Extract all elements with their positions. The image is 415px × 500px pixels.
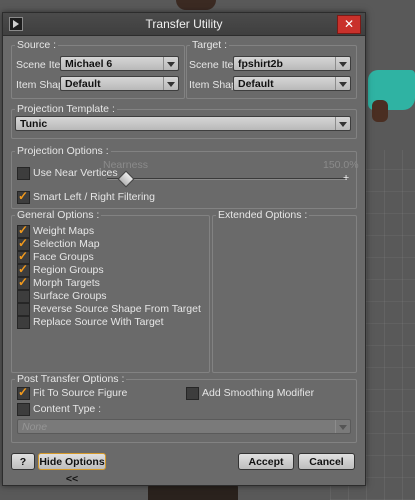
fit-to-source-box [17,385,30,400]
plus-icon: + [343,172,350,184]
source-scene-item-value: Michael 6 [65,58,113,70]
cancel-button[interactable]: Cancel [298,453,355,470]
surface-groups-label: Surface Groups [33,290,107,302]
extended-options-legend: Extended Options : [216,209,310,221]
figure-hand [372,100,388,122]
nearness-slider-track[interactable] [107,178,347,180]
transfer-utility-dialog: Transfer Utility ✕ Source : Scene Item :… [2,12,366,486]
content-type-value: None [22,421,48,433]
help-icon: ? [19,456,27,468]
fit-to-source-label: Fit To Source Figure [33,387,128,399]
target-legend: Target : [190,39,230,51]
general-options-legend: General Options : [15,209,102,221]
help-button[interactable]: ? [11,453,35,470]
chevron-down-icon [335,77,350,90]
weight-maps-label: Weight Maps [33,225,95,237]
source-item-shape-value: Default [65,78,101,90]
nearness-value: 150.0% [323,159,359,171]
morph-targets-label: Morph Targets [33,277,100,289]
add-smoothing-box [186,387,199,400]
replace-source-label: Replace Source With Target [33,316,164,328]
chevron-down-icon [163,57,178,70]
projection-options-legend: Projection Options : [15,145,111,157]
hide-options-button[interactable]: Hide Options << [38,453,106,485]
selection-map-label: Selection Map [33,238,100,250]
use-near-vertices-box [17,167,30,180]
content-type-label: Content Type : [33,403,102,415]
accept-button[interactable]: Accept [238,453,294,470]
morph-targets-box [17,275,30,290]
figure-head [176,0,216,10]
reverse-source-shape-box [17,303,30,316]
extended-options-group [212,215,357,373]
chevron-down-icon [335,117,350,130]
face-groups-label: Face Groups [33,251,94,263]
reverse-source-shape-label: Reverse Source Shape From Target [33,303,201,315]
source-item-shape-select[interactable]: Default [60,76,179,91]
title-bar[interactable]: Transfer Utility ✕ [3,13,365,36]
chevron-down-icon [335,57,350,70]
source-legend: Source : [15,39,59,51]
chevron-down-icon [163,77,178,90]
projection-template-legend: Projection Template : [15,103,117,115]
replace-source-box [17,316,30,329]
smart-filtering-box [17,189,30,204]
close-button[interactable]: ✕ [337,15,361,34]
post-transfer-options-legend: Post Transfer Options : [15,373,127,385]
target-item-shape-value: Default [238,78,274,90]
content-type-box [17,403,30,416]
surface-groups-box [17,290,30,303]
projection-template-value: Tunic [20,118,48,130]
source-scene-item-select[interactable]: Michael 6 [60,56,179,71]
region-groups-label: Region Groups [33,264,104,276]
projection-template-select[interactable]: Tunic [15,116,351,131]
chevron-down-icon [335,420,350,433]
add-smoothing-label: Add Smoothing Modifier [202,387,315,399]
target-scene-item-value: fpshirt2b [238,58,283,70]
window-title: Transfer Utility [145,17,223,31]
target-item-shape-select[interactable]: Default [233,76,351,91]
smart-filtering-label: Smart Left / Right Filtering [33,191,155,203]
content-type-select[interactable]: None [17,419,351,434]
target-scene-item-select[interactable]: fpshirt2b [233,56,351,71]
